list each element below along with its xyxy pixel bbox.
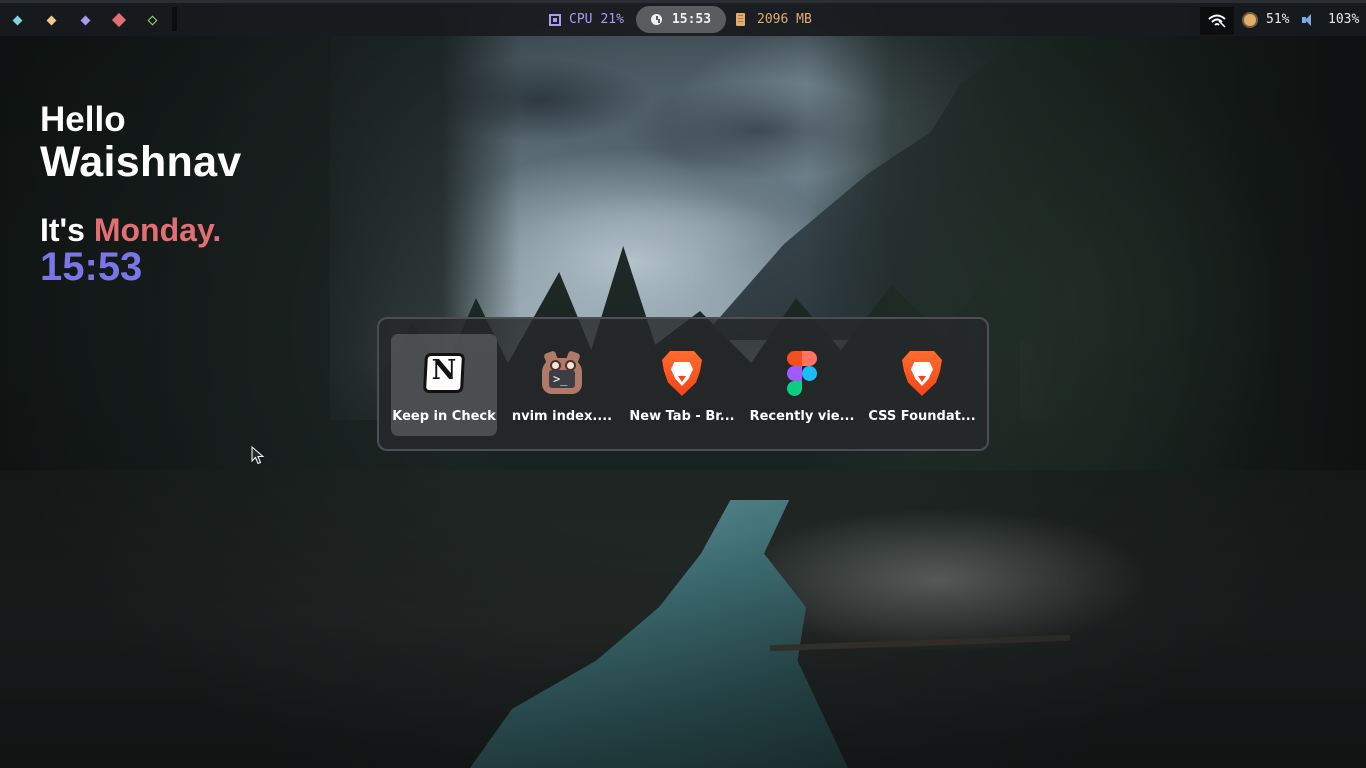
- workspace-4-icon: [111, 12, 127, 28]
- top-bar: CPU 21% 15:53 2096 MB 51% 103%: [0, 0, 1366, 36]
- volume-icon: [1302, 13, 1316, 26]
- desktop: CPU 21% 15:53 2096 MB 51% 103% Hello Wai…: [0, 0, 1366, 768]
- switcher-item-keep-in-check[interactable]: N Keep in Check: [391, 334, 497, 436]
- switcher-item-brave-new-tab[interactable]: New Tab - Br...: [627, 334, 737, 436]
- switcher-item-brave-css[interactable]: CSS Foundat...: [867, 334, 977, 436]
- greeting-time: 15:53: [40, 245, 143, 289]
- switcher-item-nvim[interactable]: nvim index....: [507, 334, 617, 436]
- cpu-value: 21%: [600, 12, 624, 27]
- volume-value: 103%: [1328, 12, 1360, 27]
- cpu-label: CPU: [569, 12, 593, 27]
- brightness-value: 51%: [1266, 12, 1290, 27]
- switcher-item-label: Recently vie...: [749, 409, 855, 424]
- greeting-widget: Hello Waishnav It's Monday. 15:53: [40, 100, 242, 289]
- greeting-day: Monday.: [93, 212, 222, 248]
- window-switcher: N Keep in Check nvim index.... New: [377, 317, 989, 451]
- clock-widget[interactable]: 15:53: [636, 6, 726, 33]
- brightness-icon: [1244, 13, 1256, 26]
- clock-time: 15:53: [671, 12, 712, 27]
- cpu-widget[interactable]: CPU 21%: [549, 6, 624, 33]
- notion-icon: N: [421, 350, 467, 396]
- memory-value: 2096 MB: [757, 12, 812, 27]
- workspace-4-active[interactable]: [111, 12, 127, 28]
- workspace-3-icon: [80, 15, 91, 25]
- cpu-icon: [549, 13, 561, 26]
- switcher-item-label: Keep in Check: [392, 409, 496, 424]
- clock-icon: [650, 14, 662, 25]
- memory-widget[interactable]: 2096 MB: [736, 6, 812, 33]
- workspace-1-icon: [12, 15, 23, 25]
- switcher-item-label: CSS Foundat...: [868, 409, 976, 424]
- greeting-day-line: It's Monday.: [40, 212, 242, 248]
- switcher-item-label: nvim index....: [511, 409, 613, 424]
- workspace-5-icon: [147, 15, 158, 25]
- volume-widget[interactable]: 103%: [1302, 6, 1359, 33]
- memory-icon: [736, 13, 745, 26]
- greeting-name: Waishnav: [40, 138, 242, 186]
- workspace-3[interactable]: [80, 13, 91, 27]
- workspace-separator: [172, 7, 177, 31]
- workspace-2-icon: [46, 15, 57, 25]
- brave-icon: [659, 350, 705, 396]
- switcher-item-label: New Tab - Br...: [629, 409, 735, 424]
- wifi-icon: [1208, 14, 1226, 28]
- workspace-2[interactable]: [46, 13, 57, 27]
- brave-icon: [899, 350, 945, 396]
- workspace-1[interactable]: [12, 13, 23, 27]
- greeting-hello: Hello: [40, 100, 126, 139]
- switcher-item-figma[interactable]: Recently vie...: [747, 334, 857, 436]
- greeting-its: It's: [40, 212, 85, 248]
- workspace-5[interactable]: [147, 13, 158, 27]
- figma-icon: [779, 350, 825, 396]
- mouse-cursor-icon: [251, 446, 265, 465]
- brightness-widget[interactable]: 51%: [1244, 6, 1289, 33]
- terminal-owl-icon: [539, 350, 585, 396]
- wifi-button[interactable]: [1200, 7, 1234, 35]
